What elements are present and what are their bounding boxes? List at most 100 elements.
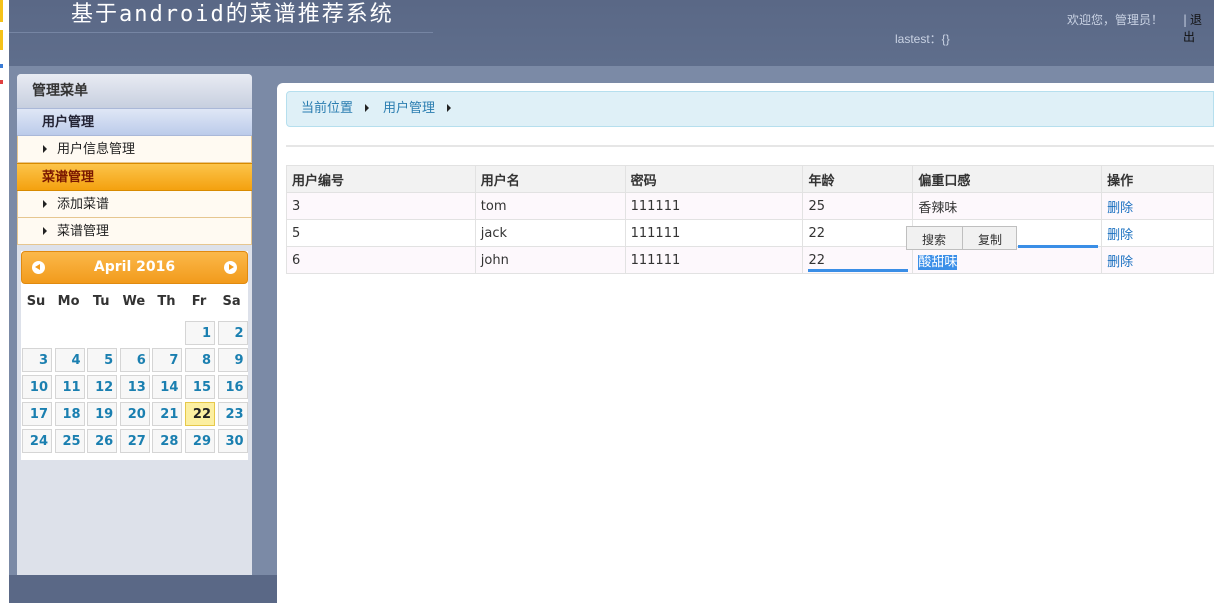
calendar-day[interactable]: 9 <box>217 348 248 372</box>
next-month-icon[interactable] <box>224 261 237 274</box>
calendar-day[interactable]: 12 <box>87 375 118 399</box>
weekday-label: Sa <box>222 294 241 309</box>
selection-handle-bar <box>1018 245 1098 248</box>
calendar-day[interactable]: 30 <box>217 429 248 453</box>
calendar-day[interactable]: 29 <box>185 429 215 453</box>
table-row: 6 john 111111 22 酸甜味 删除 <box>286 246 1214 274</box>
calendar-day[interactable]: 3 <box>22 348 52 372</box>
delete-link[interactable]: 删除 <box>1107 228 1133 243</box>
user-table: 用户编号 用户名 密码 年龄 偏重口感 操作 3 tom 111111 25 香… <box>286 165 1214 274</box>
breadcrumb: 当前位置 用户管理 <box>286 91 1214 127</box>
calendar: April 2016 Su Mo Tu We Th Fr Sa 1 2 3 4 5 6 7 8 9 10 11 1… <box>21 251 248 460</box>
calendar-header: April 2016 <box>21 251 248 284</box>
cell-user-id: 5 <box>286 219 476 247</box>
cell-age: 22 <box>802 219 914 247</box>
calendar-day[interactable]: 27 <box>119 429 150 453</box>
calendar-day[interactable]: 7 <box>152 348 183 372</box>
selection-handle-bar <box>808 269 908 272</box>
menu-item-add-recipe[interactable]: 添加菜谱 <box>17 191 252 218</box>
divider <box>286 145 1214 147</box>
col-header-age: 年龄 <box>802 165 914 193</box>
col-header-taste: 偏重口感 <box>912 165 1103 193</box>
col-header-username: 用户名 <box>474 165 626 193</box>
breadcrumb-user-management[interactable]: 用户管理 <box>383 101 435 116</box>
calendar-day[interactable]: 13 <box>119 375 150 399</box>
calendar-day[interactable]: 14 <box>152 375 183 399</box>
main-panel: 当前位置 用户管理 用户编号 用户名 密码 年龄 偏重口感 操作 3 tom 11… <box>277 83 1214 603</box>
cell-age: 25 <box>802 192 914 220</box>
calendar-day[interactable]: 10 <box>22 375 52 399</box>
menu-item-recipe-management[interactable]: 菜谱管理 <box>17 218 252 245</box>
cell-password: 111111 <box>624 219 804 247</box>
sidebar-title: 管理菜单 <box>17 74 252 108</box>
cell-password: 111111 <box>624 192 804 220</box>
text-selection-popup: 搜索 复制 <box>906 226 1017 250</box>
triangle-right-icon <box>43 227 47 235</box>
calendar-day[interactable]: 20 <box>119 402 150 426</box>
calendar-day[interactable]: 28 <box>152 429 183 453</box>
lastest-text: lastest：{} <box>895 32 950 46</box>
logout-link[interactable]: | 退出 <box>1183 11 1214 45</box>
selected-taste-text: 酸甜味 <box>918 254 958 270</box>
cell-taste: 酸甜味 <box>912 246 1103 274</box>
cell-action: 删除 <box>1101 192 1214 220</box>
calendar-day[interactable]: 19 <box>87 402 118 426</box>
weekday-label: Mo <box>57 294 80 309</box>
logout-divider: | <box>1183 13 1188 27</box>
triangle-right-icon <box>43 145 47 153</box>
welcome-text: 欢迎您，管理员！ <box>1067 13 1164 27</box>
footer-bar <box>9 575 277 603</box>
table-row: 3 tom 111111 25 香辣味 删除 <box>286 192 1214 220</box>
triangle-right-icon <box>447 104 452 112</box>
calendar-day[interactable]: 5 <box>87 348 118 372</box>
weekday-label: Th <box>157 294 176 309</box>
calendar-day[interactable]: 26 <box>87 429 118 453</box>
calendar-day-today[interactable]: 22 <box>185 402 215 426</box>
calendar-day[interactable]: 21 <box>152 402 183 426</box>
calendar-day[interactable]: 1 <box>185 321 215 345</box>
site-title: 基于android的菜谱推荐系统 <box>71 2 394 27</box>
popup-copy-button[interactable]: 复制 <box>978 231 1002 248</box>
calendar-day[interactable]: 6 <box>119 348 150 372</box>
popup-divider <box>962 227 963 249</box>
weekday-label: Tu <box>92 294 110 309</box>
cell-action: 删除 <box>1101 219 1214 247</box>
calendar-day[interactable]: 15 <box>185 375 215 399</box>
breadcrumb-current-location[interactable]: 当前位置 <box>301 101 353 116</box>
menu-group-user-management[interactable]: 用户管理 <box>17 108 252 136</box>
weekday-label: We <box>122 294 146 309</box>
popup-search-button[interactable]: 搜索 <box>922 231 946 248</box>
calendar-day[interactable]: 8 <box>185 348 215 372</box>
cell-username: jack <box>474 219 626 247</box>
col-header-user-id: 用户编号 <box>286 165 476 193</box>
cell-taste: 香辣味 <box>912 192 1103 220</box>
calendar-day[interactable]: 25 <box>54 429 85 453</box>
calendar-day[interactable]: 4 <box>54 348 85 372</box>
calendar-day[interactable]: 18 <box>54 402 85 426</box>
calendar-day[interactable]: 11 <box>54 375 85 399</box>
triangle-right-icon <box>43 200 47 208</box>
menu-group-recipe-management[interactable]: 菜谱管理 <box>17 163 252 191</box>
menu-item-label: 菜谱管理 <box>57 224 110 239</box>
calendar-day[interactable]: 2 <box>217 321 248 345</box>
col-header-action: 操作 <box>1101 165 1214 193</box>
header: 基于android的菜谱推荐系统 lastest：{} 欢迎您，管理员！ | 退出 <box>9 0 1214 66</box>
menu-item-label: 用户信息管理 <box>57 142 136 157</box>
cell-user-id: 3 <box>286 192 476 220</box>
cell-username: john <box>474 246 626 274</box>
delete-link[interactable]: 删除 <box>1107 201 1133 216</box>
menu-item-user-info[interactable]: 用户信息管理 <box>17 136 252 163</box>
weekday-label: Su <box>26 294 46 309</box>
calendar-day[interactable]: 23 <box>217 402 248 426</box>
triangle-right-icon <box>365 104 370 112</box>
calendar-month-label: April 2016 <box>93 259 176 275</box>
cell-user-id: 6 <box>286 246 476 274</box>
col-header-password: 密码 <box>624 165 804 193</box>
calendar-day[interactable]: 16 <box>217 375 248 399</box>
table-header-row: 用户编号 用户名 密码 年龄 偏重口感 操作 <box>286 165 1214 193</box>
calendar-day[interactable]: 17 <box>22 402 52 426</box>
weekday-label: Fr <box>191 294 207 309</box>
delete-link[interactable]: 删除 <box>1107 255 1133 270</box>
cell-username: tom <box>474 192 626 220</box>
calendar-day[interactable]: 24 <box>22 429 52 453</box>
